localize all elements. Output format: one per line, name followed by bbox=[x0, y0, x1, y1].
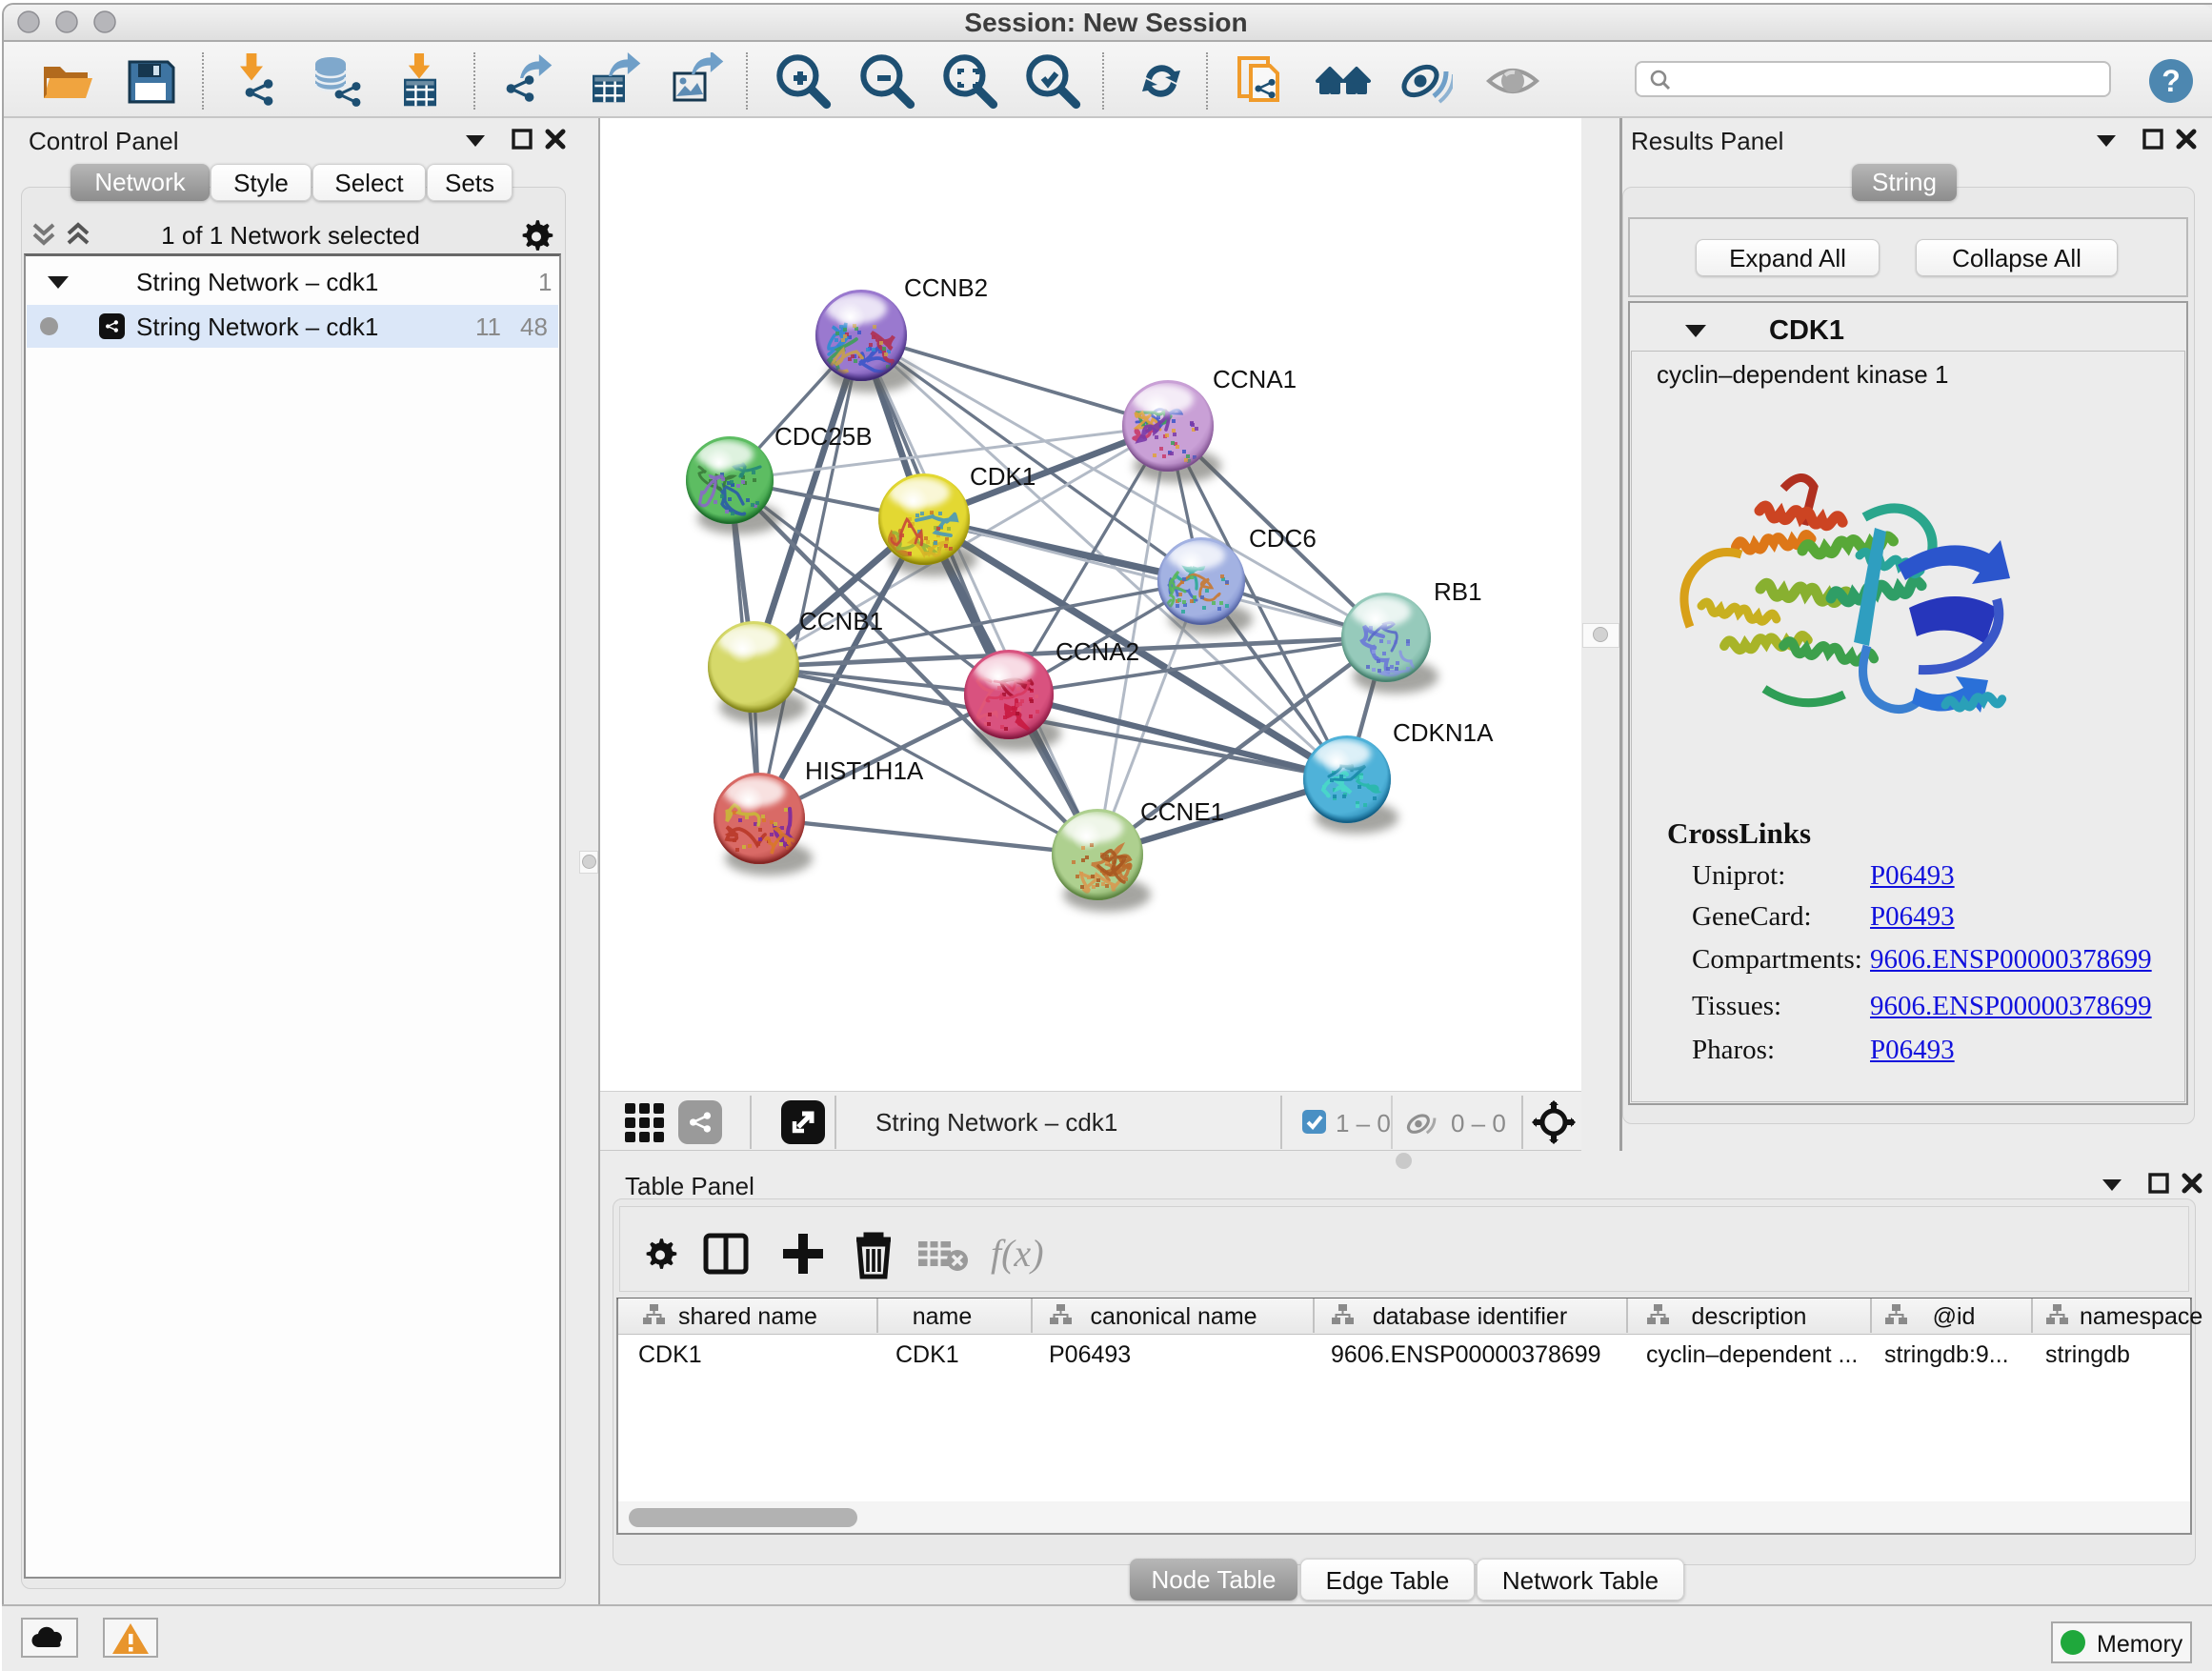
svg-text:CCNB2: CCNB2 bbox=[904, 273, 988, 302]
svg-text:CCNE1: CCNE1 bbox=[1140, 797, 1224, 826]
svg-text:CDC6: CDC6 bbox=[1249, 524, 1317, 553]
svg-text:RB1: RB1 bbox=[1434, 577, 1482, 606]
svg-text:CDC25B: CDC25B bbox=[774, 422, 873, 451]
svg-text:CCNA1: CCNA1 bbox=[1213, 365, 1297, 393]
svg-text:CDKN1A: CDKN1A bbox=[1393, 718, 1494, 747]
svg-text:CCNA2: CCNA2 bbox=[1056, 637, 1139, 666]
svg-text:HIST1H1A: HIST1H1A bbox=[805, 756, 924, 785]
svg-text:CCNB1: CCNB1 bbox=[799, 607, 883, 635]
svg-text:CDK1: CDK1 bbox=[970, 462, 1036, 491]
